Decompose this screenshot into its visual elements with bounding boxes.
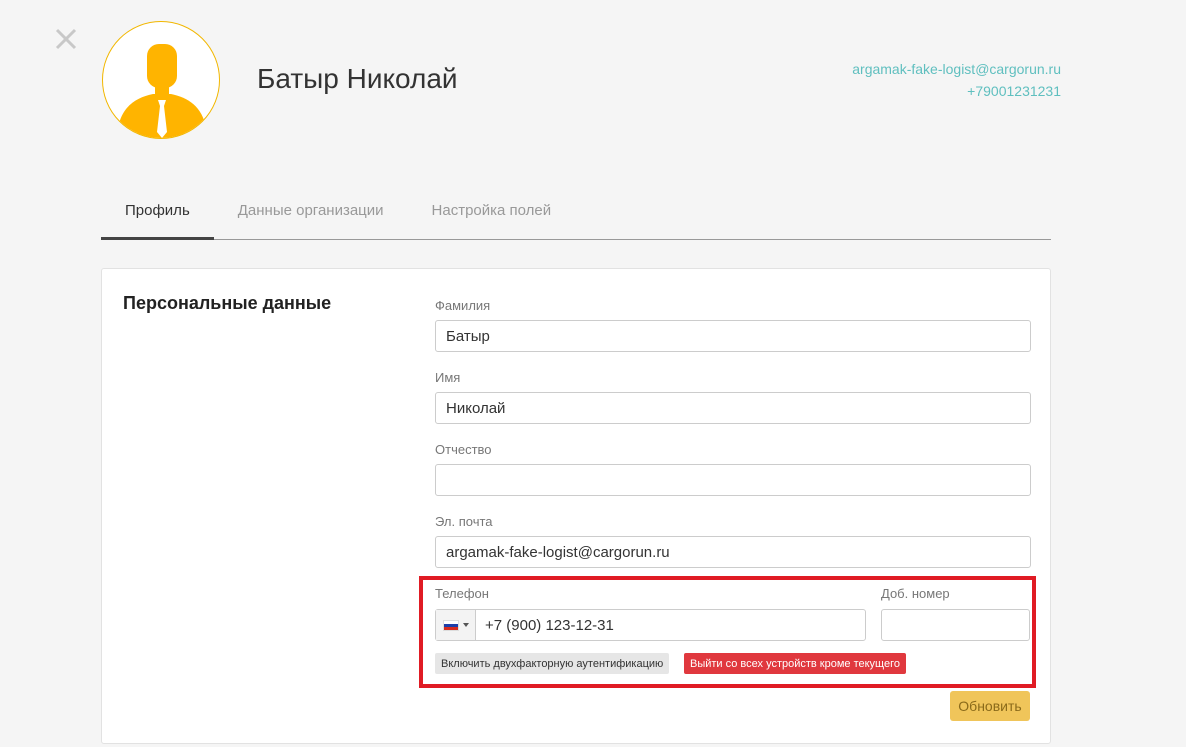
phone-label: Телефон: [435, 586, 489, 601]
first-name-field[interactable]: Николай: [435, 392, 1031, 424]
avatar: [102, 21, 220, 139]
personal-data-card: Персональные данные Фамилия Батыр Имя Ни…: [101, 268, 1051, 744]
last-name-field[interactable]: Батыр: [435, 320, 1031, 352]
email-field[interactable]: argamak-fake-logist@cargorun.ru: [435, 536, 1031, 568]
tab-field-settings[interactable]: Настройка полей: [408, 190, 576, 240]
email-label: Эл. почта: [435, 514, 493, 529]
middle-name-field[interactable]: [435, 464, 1031, 496]
tab-profile[interactable]: Профиль: [101, 190, 214, 240]
country-selector[interactable]: [436, 610, 476, 640]
enable-two-factor-button[interactable]: Включить двухфакторную аутентификацию: [435, 653, 670, 674]
ext-field[interactable]: [881, 609, 1030, 641]
update-button[interactable]: Обновить: [950, 691, 1030, 721]
middle-name-label: Отчество: [435, 442, 492, 457]
contact-info: argamak-fake-logist@cargorun.ru +7900123…: [852, 58, 1061, 102]
phone-link[interactable]: +79001231231: [852, 80, 1061, 102]
tab-organization-data[interactable]: Данные организации: [214, 190, 408, 240]
logout-all-devices-button[interactable]: Выйти со всех устройств кроме текущего: [684, 653, 906, 674]
ext-label: Доб. номер: [881, 586, 950, 601]
phone-field[interactable]: +7 (900) 123-12-31: [476, 617, 614, 634]
phone-input-group: +7 (900) 123-12-31: [435, 609, 866, 641]
email-link[interactable]: argamak-fake-logist@cargorun.ru: [852, 58, 1061, 80]
russia-flag-icon: [442, 619, 459, 631]
chevron-down-icon: [462, 623, 469, 627]
user-avatar-icon: [117, 44, 207, 138]
user-name: Батыр Николай: [257, 63, 458, 94]
last-name-label: Фамилия: [435, 298, 491, 313]
tab-bar: Профиль Данные организации Настройка пол…: [101, 190, 1051, 240]
first-name-label: Имя: [435, 370, 461, 385]
section-title: Персональные данные: [123, 293, 332, 313]
close-icon[interactable]: [54, 27, 78, 51]
